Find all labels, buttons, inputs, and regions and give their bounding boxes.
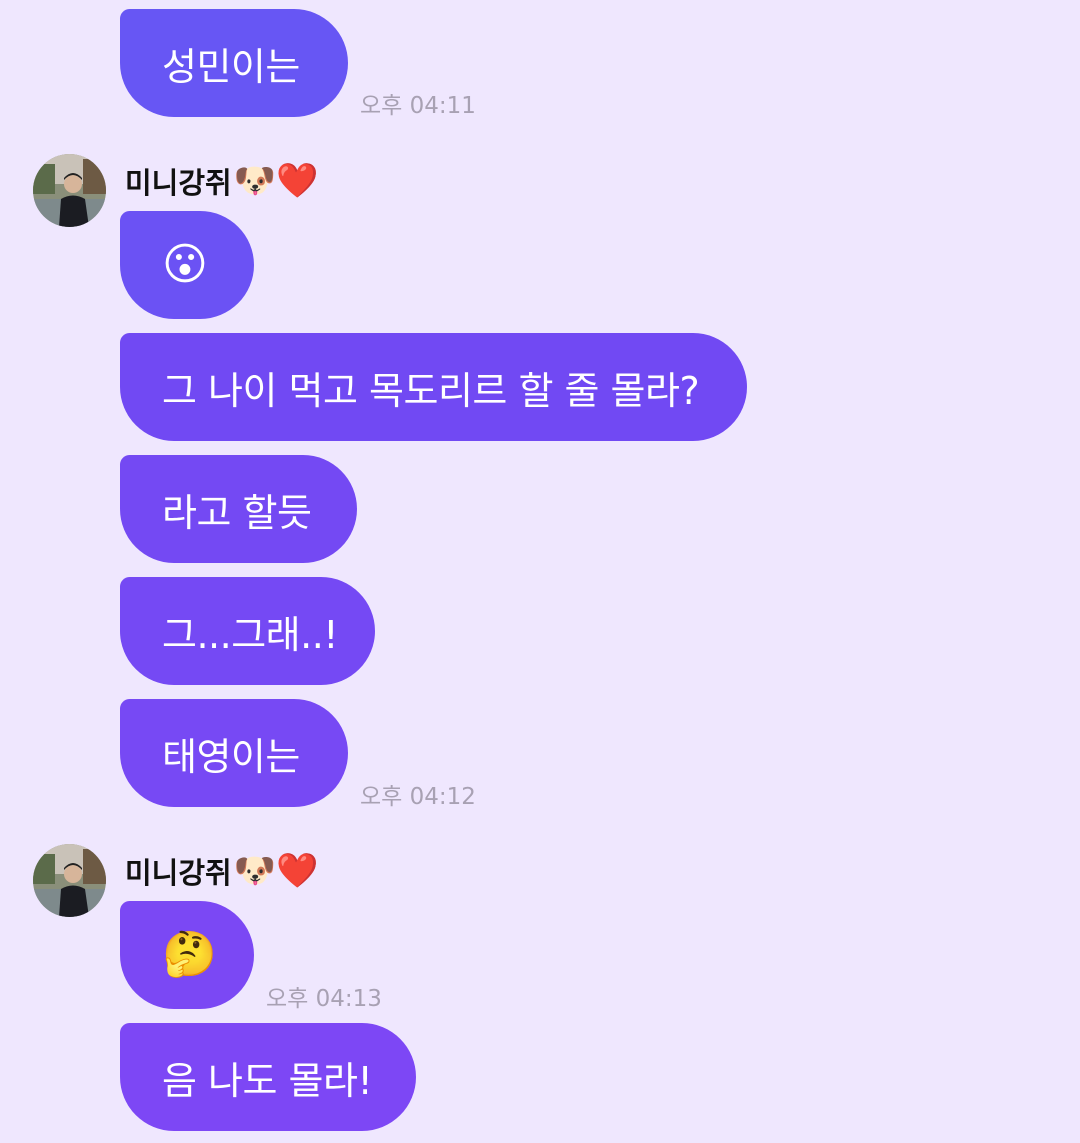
message-timestamp: 오후 04:12 <box>360 784 476 810</box>
message-text: 음 나도 몰라! <box>162 1058 373 1103</box>
surprised-face-icon: 😮 <box>162 239 208 290</box>
message-text: 성민이는 <box>162 44 300 89</box>
message-bubble[interactable]: 음 나도 몰라! <box>120 1023 416 1131</box>
dog-heart-icons: 🐶❤️ <box>233 851 319 891</box>
sender-name-text: 미니강쥐 <box>125 856 232 890</box>
message-text: 라고 할듯 <box>162 490 312 535</box>
message-bubble[interactable]: 태영이는 <box>120 699 348 807</box>
profile-photo-icon <box>33 154 106 227</box>
message-bubble[interactable]: 그 나이 먹고 목도리르 할 줄 몰라? <box>120 333 747 441</box>
sender-name-text: 미니강쥐 <box>125 166 232 200</box>
message-timestamp: 오후 04:11 <box>360 93 476 119</box>
avatar[interactable] <box>33 844 106 917</box>
message-bubble[interactable]: 🤔 <box>120 901 254 1009</box>
dog-heart-icons: 🐶❤️ <box>233 161 319 201</box>
message-bubble[interactable]: 그...그래..! <box>120 577 375 685</box>
thinking-face-icon: 🤔 <box>162 929 217 980</box>
message-text: 태영이는 <box>162 734 300 779</box>
message-timestamp: 오후 04:13 <box>266 986 382 1012</box>
message-text: 그 나이 먹고 목도리르 할 줄 몰라? <box>162 368 700 413</box>
message-bubble[interactable]: 성민이는 <box>120 9 348 117</box>
message-bubble[interactable]: 😮 <box>120 211 254 319</box>
profile-photo-icon <box>33 844 106 917</box>
sender-name: 미니강쥐 🐶❤️ <box>125 160 318 202</box>
avatar[interactable] <box>33 154 106 227</box>
message-text: 그...그래..! <box>162 612 339 657</box>
message-bubble[interactable]: 라고 할듯 <box>120 455 357 563</box>
sender-name: 미니강쥐 🐶❤️ <box>125 850 318 892</box>
